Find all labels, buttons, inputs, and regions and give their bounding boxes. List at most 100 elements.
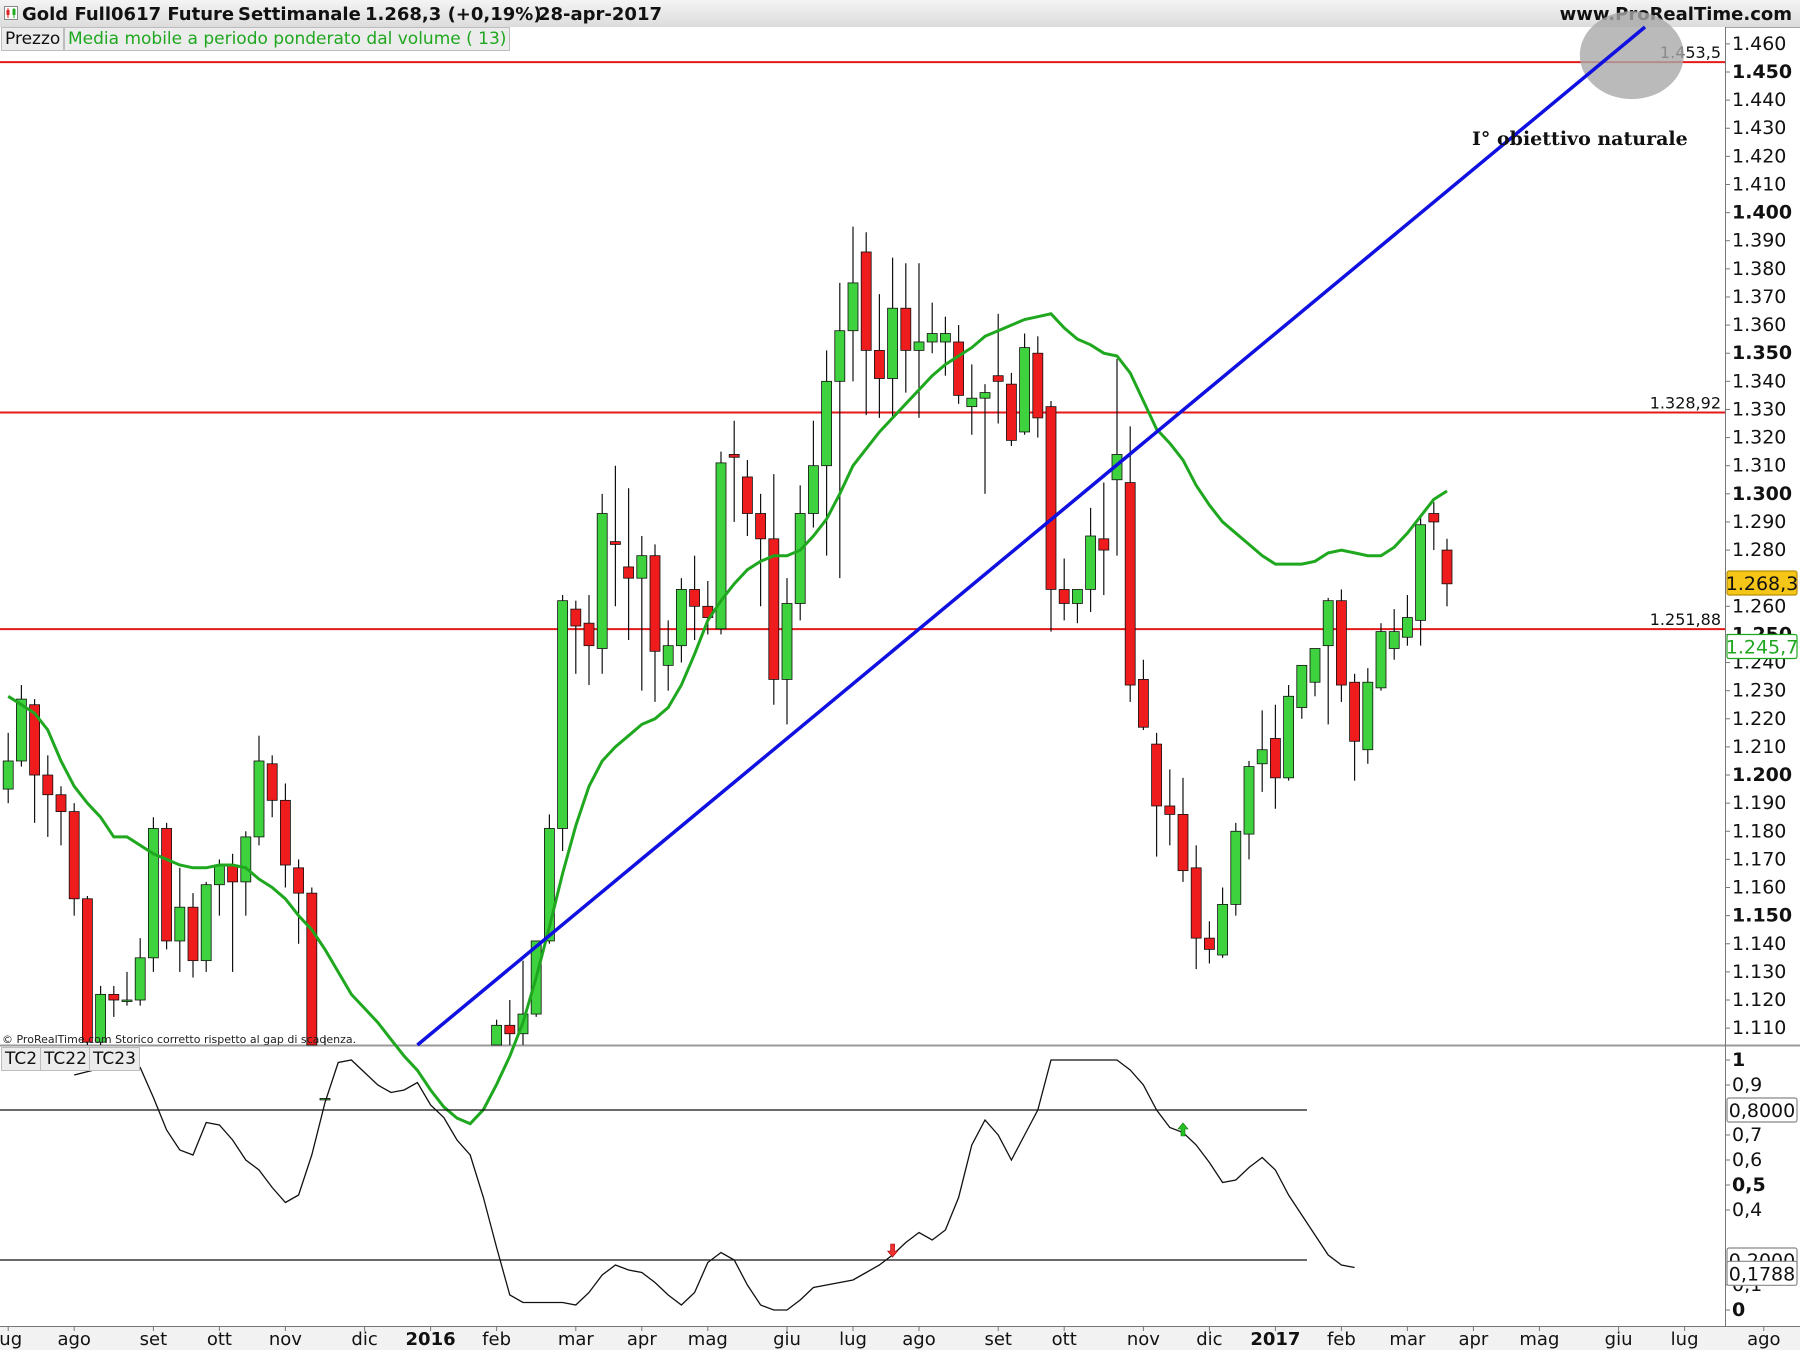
x-tick-label: mag xyxy=(1519,1329,1559,1350)
price-tick-label: 1.320 xyxy=(1732,427,1786,449)
x-tick-label: 2017 xyxy=(1250,1329,1300,1350)
price-legend[interactable]: Prezzo xyxy=(1,27,65,51)
candle-down xyxy=(768,538,780,680)
oscillator-panel xyxy=(0,1046,1725,1326)
last-ma-badge: 1.245,7 xyxy=(1726,637,1799,659)
candle-up xyxy=(1322,600,1334,647)
candle-down xyxy=(1204,937,1215,950)
candle-down xyxy=(623,566,634,579)
price-tick-label: 1.380 xyxy=(1732,258,1786,280)
candle-up xyxy=(1415,524,1426,621)
price-tick-label: 1.340 xyxy=(1732,370,1786,392)
price-tick-label: 1.120 xyxy=(1732,989,1786,1011)
x-tick-label: mar xyxy=(1389,1329,1426,1350)
candle-down xyxy=(1058,589,1070,604)
candle-down xyxy=(689,589,700,607)
candle-down xyxy=(1164,805,1176,815)
candle-up xyxy=(1309,648,1321,683)
osc-tick-label: 0,5 xyxy=(1732,1174,1766,1196)
candle-down xyxy=(279,799,291,866)
candle-up xyxy=(1085,535,1096,590)
candle-up xyxy=(1296,664,1308,708)
osc-tick-label: 0,4 xyxy=(1732,1199,1762,1221)
candle-down xyxy=(68,811,80,900)
candle-up xyxy=(147,828,159,959)
price-tick-label: 1.180 xyxy=(1732,820,1786,842)
candle-up xyxy=(1256,749,1268,765)
candle-up xyxy=(913,341,925,351)
candle-down xyxy=(227,864,239,883)
x-tick-label: giu xyxy=(1605,1329,1633,1350)
osc-tick-label: 0,9 xyxy=(1732,1074,1762,1096)
osc-tick-label: 0,7 xyxy=(1732,1124,1762,1146)
osc-legend-tc22[interactable]: TC22 xyxy=(40,1047,91,1071)
price-tick-label: 1.370 xyxy=(1732,286,1786,308)
osc-tick-label: 1 xyxy=(1732,1049,1745,1071)
x-tick-label: ago xyxy=(902,1329,935,1350)
candle-up xyxy=(794,513,806,604)
target-annotation: I° obiettivo naturale xyxy=(1472,128,1688,150)
candle-down xyxy=(1190,867,1202,939)
candle-down xyxy=(860,251,872,351)
candle-up xyxy=(940,333,951,343)
price-tick-label: 1.350 xyxy=(1732,342,1792,364)
price-tick-label: 1.310 xyxy=(1732,455,1786,477)
candle-down xyxy=(42,774,54,796)
price-tick-label: 1.260 xyxy=(1732,595,1786,617)
candle-down xyxy=(306,892,318,1046)
candle-down xyxy=(1006,383,1017,441)
candle-up xyxy=(887,307,898,379)
x-tick-label: apr xyxy=(627,1329,657,1350)
candle-up xyxy=(926,333,938,343)
candle-down xyxy=(1177,814,1189,872)
candle-up xyxy=(2,760,14,790)
candle-up xyxy=(1402,617,1413,638)
candle-down xyxy=(742,476,753,514)
candle-up xyxy=(821,380,832,467)
x-tick-label: dic xyxy=(351,1329,377,1350)
candle-up xyxy=(253,760,265,838)
candle-up xyxy=(1230,830,1242,905)
candle-up xyxy=(834,330,846,382)
osc-legend-tc23[interactable]: TC23 xyxy=(89,1047,140,1071)
x-tick-label: feb xyxy=(482,1329,511,1350)
price-tick-label: 1.460 xyxy=(1732,33,1786,55)
price-tick-label: 1.390 xyxy=(1732,230,1786,252)
ma-legend[interactable]: Media mobile a periodo ponderato dal vol… xyxy=(64,27,511,51)
price-tick-label: 1.440 xyxy=(1732,89,1786,111)
candle-down xyxy=(1441,549,1453,585)
x-tick-label: apr xyxy=(1458,1329,1488,1350)
price-tick-label: 1.410 xyxy=(1732,173,1786,195)
x-tick-label: 2016 xyxy=(406,1329,456,1350)
x-tick-label: dic xyxy=(1196,1329,1222,1350)
x-tick-label: giu xyxy=(773,1329,801,1350)
candle-up xyxy=(676,589,687,647)
price-tick-label: 1.210 xyxy=(1732,736,1786,758)
candle-up xyxy=(121,999,133,1002)
osc-legend-tc2[interactable]: TC2 xyxy=(1,1047,42,1071)
price-tick-label: 1.190 xyxy=(1732,792,1786,814)
candle-up xyxy=(134,957,146,1001)
x-tick-label: mag xyxy=(688,1329,728,1350)
price-tick-label: 1.170 xyxy=(1732,848,1786,870)
candle-up xyxy=(1375,631,1387,689)
price-tick-label: 1.420 xyxy=(1732,145,1786,167)
price-tick-label: 1.360 xyxy=(1732,314,1786,336)
x-tick-label: nov xyxy=(269,1329,302,1350)
x-tick-label: nov xyxy=(1127,1329,1160,1350)
candle-down xyxy=(1336,600,1347,686)
price-tick-label: 1.110 xyxy=(1732,1017,1786,1039)
candle-up xyxy=(979,392,991,399)
candle-down xyxy=(1124,482,1136,686)
osc-level-badge: 0,8000 xyxy=(1729,1100,1795,1122)
price-tick-label: 1.230 xyxy=(1732,680,1786,702)
x-tick-label: feb xyxy=(1327,1329,1356,1350)
candle-down xyxy=(900,307,912,351)
candle-down xyxy=(504,1024,516,1035)
price-tick-label: 1.150 xyxy=(1732,905,1792,927)
x-tick-label: lug xyxy=(1671,1329,1699,1350)
x-tick-label: ago xyxy=(57,1329,90,1350)
osc-last-badge: 0,1788 xyxy=(1729,1263,1795,1285)
candle-down xyxy=(1151,743,1162,807)
x-tick-label: lug xyxy=(839,1329,867,1350)
